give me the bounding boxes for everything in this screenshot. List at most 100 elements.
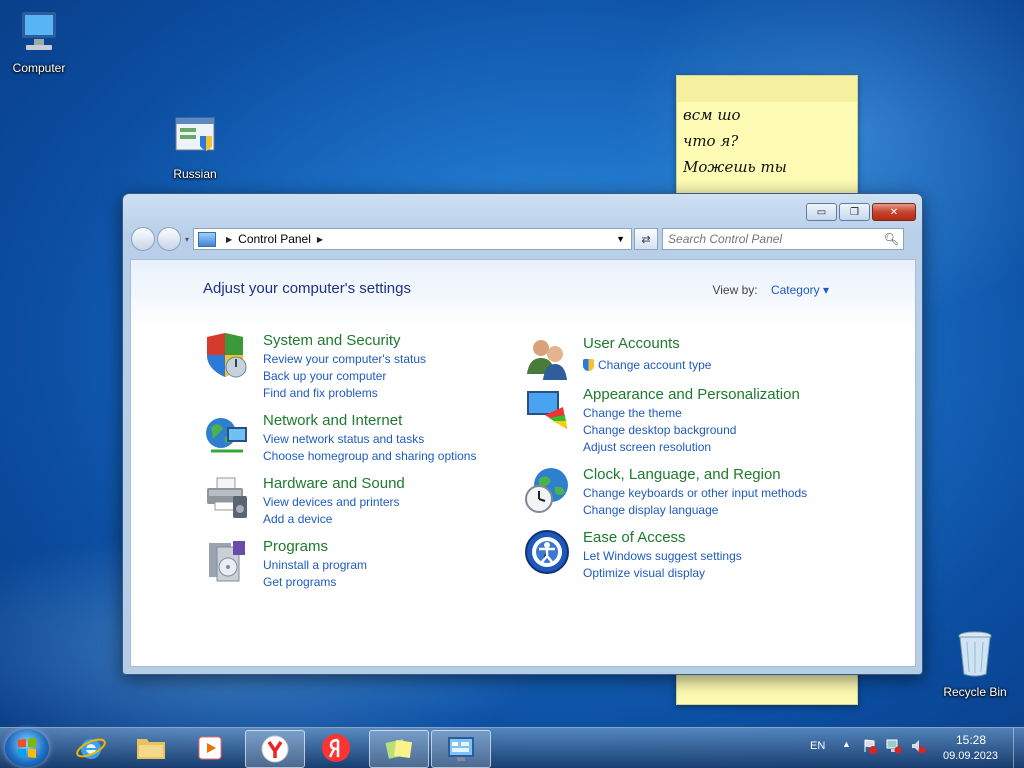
category-network-internet: Network and Internet View network status… — [203, 411, 476, 465]
category-link[interactable]: View devices and printers — [263, 494, 405, 511]
address-dropdown-icon[interactable]: ▼ — [616, 234, 625, 244]
breadcrumb-arrow-icon[interactable]: ▶ — [226, 235, 232, 244]
category-link[interactable]: Review your computer's status — [263, 351, 426, 368]
yandex-browser-icon — [261, 735, 289, 763]
internet-explorer-icon — [76, 738, 106, 759]
show-desktop-button[interactable] — [1013, 728, 1024, 768]
programs-icon[interactable] — [203, 537, 251, 585]
category-clock-language-region: Clock, Language, and Region Change keybo… — [523, 465, 807, 519]
category-link[interactable]: Change the theme — [583, 405, 800, 422]
explorer-folder-icon — [137, 739, 165, 759]
taskbar-yandex[interactable] — [307, 730, 365, 766]
printer-icon[interactable] — [203, 474, 251, 522]
refresh-button[interactable]: ⇄ — [634, 228, 659, 250]
action-center-flag-icon[interactable] — [862, 738, 878, 757]
navigation-bar: ▾ ▶ Control Panel ▶ ▼ ⇄ 🔍︎ — [131, 227, 916, 251]
search-icon[interactable]: 🔍︎ — [884, 232, 899, 246]
category-link[interactable]: Find and fix problems — [263, 385, 426, 402]
forward-button[interactable] — [157, 227, 181, 251]
language-indicator[interactable]: EN — [810, 740, 825, 752]
category-link[interactable]: Adjust screen resolution — [583, 439, 800, 456]
search-box[interactable]: 🔍︎ — [662, 228, 905, 250]
breadcrumb-arrow-icon[interactable]: ▶ — [317, 235, 323, 244]
category-link[interactable]: View network status and tasks — [263, 431, 476, 448]
category-title[interactable]: Clock, Language, and Region — [583, 465, 807, 485]
category-user-accounts: User Accounts Change account type — [523, 334, 711, 382]
volume-muted-icon[interactable] — [910, 738, 926, 757]
category-title[interactable]: Hardware and Sound — [263, 474, 405, 494]
language-pack-icon — [157, 114, 233, 163]
users-icon[interactable] — [523, 334, 571, 382]
show-hidden-icons-icon[interactable]: ▲ — [842, 739, 851, 749]
category-title[interactable]: Programs — [263, 537, 367, 557]
recent-pages-dropdown-icon[interactable]: ▾ — [185, 235, 189, 244]
category-ease-of-access: Ease of Access Let Windows suggest setti… — [523, 528, 742, 582]
minimize-button[interactable]: ▭ — [806, 203, 837, 221]
yandex-icon — [322, 734, 350, 762]
category-link[interactable]: Change account type — [583, 357, 711, 374]
category-link[interactable]: Optimize visual display — [583, 565, 742, 582]
sticky-note-line[interactable]: что я? — [677, 128, 857, 154]
category-link[interactable]: Choose homegroup and sharing options — [263, 448, 476, 465]
category-system-security: System and Security Review your computer… — [203, 331, 426, 402]
shield-icon[interactable] — [203, 331, 251, 379]
uac-shield-icon — [583, 359, 594, 371]
control-panel-icon — [198, 231, 217, 247]
category-link[interactable]: Change keyboards or other input methods — [583, 485, 807, 502]
sticky-notes-icon — [385, 739, 413, 759]
desktop-icon-recycle-bin[interactable]: Recycle Bin — [937, 630, 1013, 699]
taskbar-explorer[interactable] — [122, 730, 180, 766]
taskbar-control-panel[interactable] — [431, 730, 491, 768]
category-title[interactable]: Ease of Access — [583, 528, 742, 548]
view-by: View by: Category ▾ — [712, 283, 829, 297]
category-title[interactable]: System and Security — [263, 331, 426, 351]
sticky-note-line[interactable]: Можешь ты — [677, 154, 857, 180]
taskbar-internet-explorer[interactable] — [62, 730, 120, 766]
category-title[interactable]: Network and Internet — [263, 411, 476, 431]
close-button[interactable]: ✕ — [872, 203, 916, 221]
taskbar-media-player[interactable] — [182, 730, 240, 766]
category-hardware-sound: Hardware and Sound View devices and prin… — [203, 474, 405, 528]
windows-logo-icon — [18, 738, 36, 758]
category-link[interactable]: Uninstall a program — [263, 557, 367, 574]
control-panel-window[interactable]: ▭ ❐ ✕ ▾ ▶ Control Panel ▶ ▼ ⇄ 🔍︎ Adjust … — [122, 193, 923, 675]
category-title[interactable]: Appearance and Personalization — [583, 385, 800, 405]
sticky-note-line[interactable]: всм шо — [677, 102, 857, 128]
category-title[interactable]: User Accounts — [583, 334, 711, 354]
back-button[interactable] — [131, 227, 155, 251]
breadcrumb-control-panel[interactable]: Control Panel — [238, 232, 311, 246]
clock-date[interactable]: 09.09.2023 — [943, 750, 998, 762]
sticky-note-titlebar[interactable] — [677, 76, 857, 102]
category-link[interactable]: Change desktop background — [583, 422, 800, 439]
control-panel-icon — [448, 737, 474, 761]
computer-icon — [1, 10, 77, 57]
start-button[interactable] — [5, 729, 49, 767]
page-title: Adjust your computer's settings — [203, 280, 411, 297]
category-link[interactable]: Add a device — [263, 511, 405, 528]
category-link[interactable]: Get programs — [263, 574, 367, 591]
clock-globe-icon[interactable] — [523, 465, 571, 513]
category-link[interactable]: Back up your computer — [263, 368, 426, 385]
caption-buttons: ▭ ❐ ✕ — [804, 203, 916, 221]
maximize-button[interactable]: ❐ — [839, 203, 870, 221]
desktop-icon-computer[interactable]: Computer — [1, 10, 77, 75]
globe-network-icon[interactable] — [203, 411, 251, 459]
ease-of-access-icon[interactable] — [523, 528, 571, 576]
category-programs: Programs Uninstall a program Get program… — [203, 537, 367, 591]
control-panel-content: Adjust your computer's settings View by:… — [130, 259, 916, 667]
clock-time[interactable]: 15:28 — [956, 733, 986, 747]
network-icon[interactable] — [886, 738, 902, 757]
taskbar-sticky-notes[interactable] — [369, 730, 429, 768]
category-link[interactable]: Let Windows suggest settings — [583, 548, 742, 565]
desktop-icon-label: Russian — [173, 167, 217, 181]
desktop-icon-russian[interactable]: Russian — [157, 114, 233, 181]
taskbar-yandex-browser[interactable] — [245, 730, 305, 768]
category-link[interactable]: Change display language — [583, 502, 807, 519]
category-appearance: Appearance and Personalization Change th… — [523, 385, 800, 456]
address-bar[interactable]: ▶ Control Panel ▶ ▼ — [193, 228, 633, 250]
desktop-icon-label: Recycle Bin — [943, 685, 1007, 699]
monitor-palette-icon[interactable] — [523, 385, 571, 433]
view-by-label: View by: — [712, 283, 758, 297]
view-by-dropdown[interactable]: Category ▾ — [771, 283, 829, 297]
search-input[interactable] — [663, 231, 884, 247]
